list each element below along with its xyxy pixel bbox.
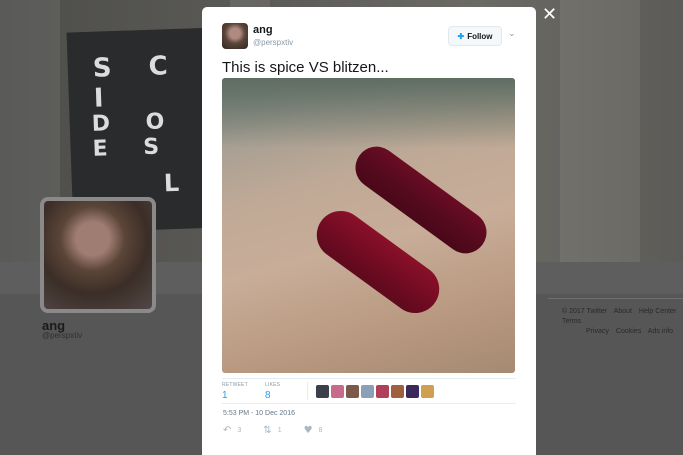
retweets-count[interactable]: 1 bbox=[222, 390, 228, 401]
tweet-text: This is spice VS blitzen... bbox=[222, 59, 389, 76]
heart-icon: ♥ bbox=[303, 425, 313, 436]
tweet-stats: RETWEET 1 LIKES 8 bbox=[222, 378, 516, 404]
chevron-down-icon[interactable]: ⌄ bbox=[508, 28, 516, 39]
footer-link-terms[interactable]: Terms bbox=[562, 318, 581, 325]
retweet-icon: ⇅ bbox=[263, 425, 272, 436]
tweet-photo[interactable] bbox=[222, 78, 515, 373]
liker-avatar[interactable] bbox=[421, 385, 434, 398]
footer-link-ads-info[interactable]: Ads info bbox=[648, 328, 673, 335]
sign-text-line: L bbox=[163, 168, 194, 198]
footer-link-about[interactable]: About bbox=[614, 308, 632, 315]
reply-icon: ↶ bbox=[223, 425, 232, 436]
profile-handle: @perspxtiv bbox=[42, 331, 83, 340]
like-count: 8 bbox=[318, 427, 323, 434]
footer-link-cookies[interactable]: Cookies bbox=[616, 328, 641, 335]
likes-count[interactable]: 8 bbox=[265, 390, 271, 401]
likes-label: LIKES bbox=[265, 382, 281, 388]
liker-avatar[interactable] bbox=[376, 385, 389, 398]
tweet-author-handle[interactable]: @perspxtiv bbox=[253, 38, 293, 47]
footer-links: © 2017 Twitter About Help Center Terms P… bbox=[562, 307, 683, 337]
tweet-modal: ang @perspxtiv ✚ Follow ⌄ This is spice … bbox=[202, 7, 536, 455]
like-button[interactable]: ♥ 8 bbox=[304, 425, 323, 436]
tweet-author-avatar[interactable] bbox=[222, 23, 248, 49]
follow-button[interactable]: ✚ Follow bbox=[448, 26, 502, 46]
retweet-button[interactable]: ⇅ 1 bbox=[263, 425, 281, 436]
header-pillar bbox=[560, 0, 640, 262]
retweet-count: 1 bbox=[277, 427, 282, 434]
liker-avatar[interactable] bbox=[346, 385, 359, 398]
retweets-label: RETWEET bbox=[222, 382, 248, 388]
reply-count: 3 bbox=[237, 427, 242, 434]
stats-divider bbox=[307, 382, 308, 400]
liker-avatar[interactable] bbox=[406, 385, 419, 398]
profile-avatar[interactable] bbox=[40, 197, 156, 313]
photo-background-shade bbox=[222, 78, 515, 148]
sign-text-line: S C I bbox=[92, 50, 183, 114]
liker-avatar[interactable] bbox=[316, 385, 329, 398]
tweet-timestamp[interactable]: 5:53 PM - 10 Dec 2016 bbox=[223, 410, 295, 417]
add-user-icon: ✚ bbox=[457, 31, 465, 41]
liker-avatar[interactable] bbox=[331, 385, 344, 398]
footer-link-help-center[interactable]: Help Center bbox=[639, 308, 676, 315]
footer-link-privacy[interactable]: Privacy bbox=[586, 328, 609, 335]
tweet-actions: ↶ 3 ⇅ 1 ♥ 8 bbox=[223, 425, 344, 436]
follow-button-label: Follow bbox=[467, 31, 493, 41]
close-icon[interactable]: ✕ bbox=[542, 4, 557, 25]
reply-button[interactable]: ↶ 3 bbox=[223, 425, 241, 436]
footer-copyright: © 2017 Twitter bbox=[562, 308, 608, 315]
liker-avatar[interactable] bbox=[391, 385, 404, 398]
tweet-author-name[interactable]: ang bbox=[253, 24, 273, 36]
liker-avatar[interactable] bbox=[361, 385, 374, 398]
likers-avatars bbox=[316, 385, 434, 398]
